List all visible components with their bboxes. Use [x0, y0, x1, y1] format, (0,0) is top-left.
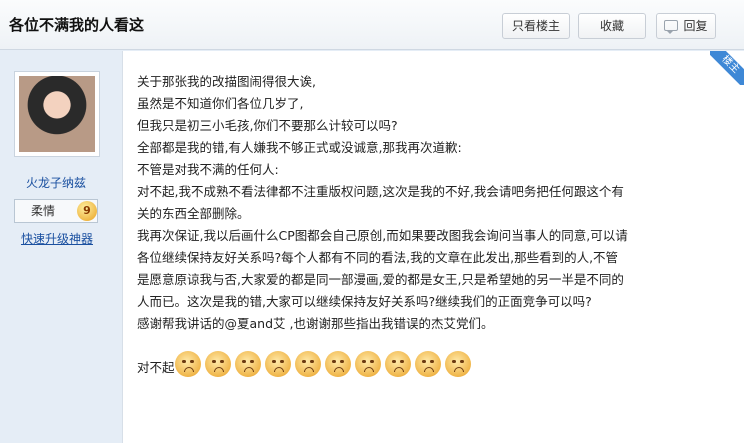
- post-body: 楼主 关于那张我的改描图闹得很大诶, 虽然是不知道你们各位几岁了, 但我只是初三…: [122, 51, 744, 443]
- reply-icon: [664, 20, 679, 34]
- closing-line: 对不起: [137, 351, 713, 385]
- post-line: 关于那张我的改描图闹得很大诶,: [137, 74, 316, 89]
- post-line: 我再次保证,我以后画什么CP图都会自己原创,而如果要改图我会询问当事人的同意,可…: [137, 228, 628, 243]
- author-only-button[interactable]: 只看楼主: [502, 13, 570, 39]
- sad-face-emoticon-icon: [204, 351, 231, 377]
- avatar[interactable]: [19, 76, 95, 152]
- sad-face-emoticon-icon: [324, 351, 351, 377]
- post-line: 不管是对我不满的任何人:: [137, 162, 279, 177]
- author-sidebar: 火龙子纳兹 柔情 9 快速升级神器: [0, 51, 122, 443]
- sad-face-emoticon-icon: [174, 351, 201, 377]
- post-line: 全部都是我的错,有人嫌我不够正式或没诚意,那我再次道歉:: [137, 140, 462, 155]
- author-username[interactable]: 火龙子纳兹: [0, 174, 112, 191]
- post-line: 但我只是初三小毛孩,你们不要那么计较可以吗?: [137, 118, 398, 133]
- sad-face-emoticon-icon: [414, 351, 441, 377]
- upgrade-link[interactable]: 快速升级神器: [0, 230, 114, 247]
- author-ribbon-label: 楼主: [710, 51, 744, 85]
- sad-face-emoticon-icon: [354, 351, 381, 377]
- level-number-badge: 9: [77, 201, 97, 221]
- post-line: 人而已。这次是我的错,大家可以继续保持友好关系吗?继续我们的正面竞争可以吗?: [137, 294, 592, 309]
- thread-title: 各位不满我的人看这: [9, 16, 145, 34]
- sad-face-emoticon-icon: [264, 351, 291, 377]
- sad-face-emoticon-icon: [294, 351, 321, 377]
- post-line: 虽然是不知道你们各位几岁了,: [137, 96, 304, 111]
- post-line: 感谢帮我讲话的@夏and艾 ,也谢谢那些指出我错误的杰艾党们。: [137, 316, 494, 331]
- post-line: 对不起,我不成熟不看法律都不注重版权问题,这次是我的不好,我会请吧务把任何跟这个…: [137, 184, 624, 199]
- emoticon-row: [174, 351, 475, 377]
- post-line: 关的东西全部删除。: [137, 206, 250, 221]
- reply-button-label: 回复: [683, 19, 708, 33]
- post-line: 是愿意原谅我与否,大家爱的都是同一部漫画,爱的都是女王,只是希望她的另一半是不同…: [137, 272, 624, 287]
- post-line: 各位继续保持友好关系吗?每个人都有不同的看法,我的文章在此发出,那些看到的人,不…: [137, 250, 619, 265]
- author-ribbon: 楼主: [710, 51, 744, 85]
- level-badge[interactable]: 柔情 9: [14, 199, 98, 223]
- post-content: 关于那张我的改描图闹得很大诶, 虽然是不知道你们各位几岁了, 但我只是初三小毛孩…: [137, 71, 713, 385]
- favorite-button[interactable]: 收藏: [578, 13, 646, 39]
- sad-face-emoticon-icon: [384, 351, 411, 377]
- post-header-bar: 各位不满我的人看这 只看楼主 收藏 回复: [0, 0, 744, 50]
- reply-button[interactable]: 回复: [656, 13, 716, 39]
- sad-face-emoticon-icon: [234, 351, 261, 377]
- avatar-frame[interactable]: [14, 71, 100, 157]
- level-name: 柔情: [31, 204, 56, 218]
- closing-text: 对不起: [137, 360, 175, 375]
- sad-face-emoticon-icon: [444, 351, 471, 377]
